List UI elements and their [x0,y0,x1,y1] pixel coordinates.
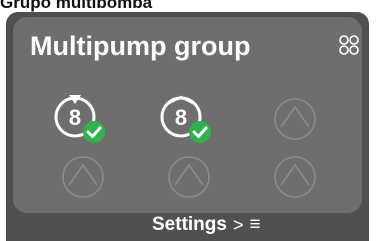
device-screen: Multipump group 8 8 Settings > ≡ [6,12,369,241]
pump-icon [168,156,210,198]
pump-6[interactable] [273,155,321,203]
pump-icon [62,156,104,198]
check-badge-icon [83,121,105,143]
pump-3[interactable] [273,97,321,145]
pump-1[interactable]: 8 [53,93,105,143]
pump-number: 8 [175,105,187,130]
settings-label: Settings [152,214,227,235]
hamburger-menu-icon: ≡ [249,214,261,235]
pump-2[interactable]: 8 [159,93,211,143]
pump-icon: 8 [160,95,211,143]
pump-4[interactable] [61,155,109,203]
pump-icon [274,156,316,198]
panel-title: Multipump group [30,31,251,61]
settings-button[interactable]: Settings > ≡ [152,214,261,236]
pump-icon: 8 [54,95,105,143]
chevron-right-icon: > [232,214,244,235]
pump-icon [274,98,316,140]
group-settings-icon[interactable] [338,34,360,56]
pump-number: 8 [69,105,81,130]
footer-bar: Settings > ≡ [6,213,369,241]
check-badge-icon [189,121,211,143]
pump-5[interactable] [167,155,215,203]
multipump-group-panel[interactable]: Multipump group 8 8 [13,17,362,213]
